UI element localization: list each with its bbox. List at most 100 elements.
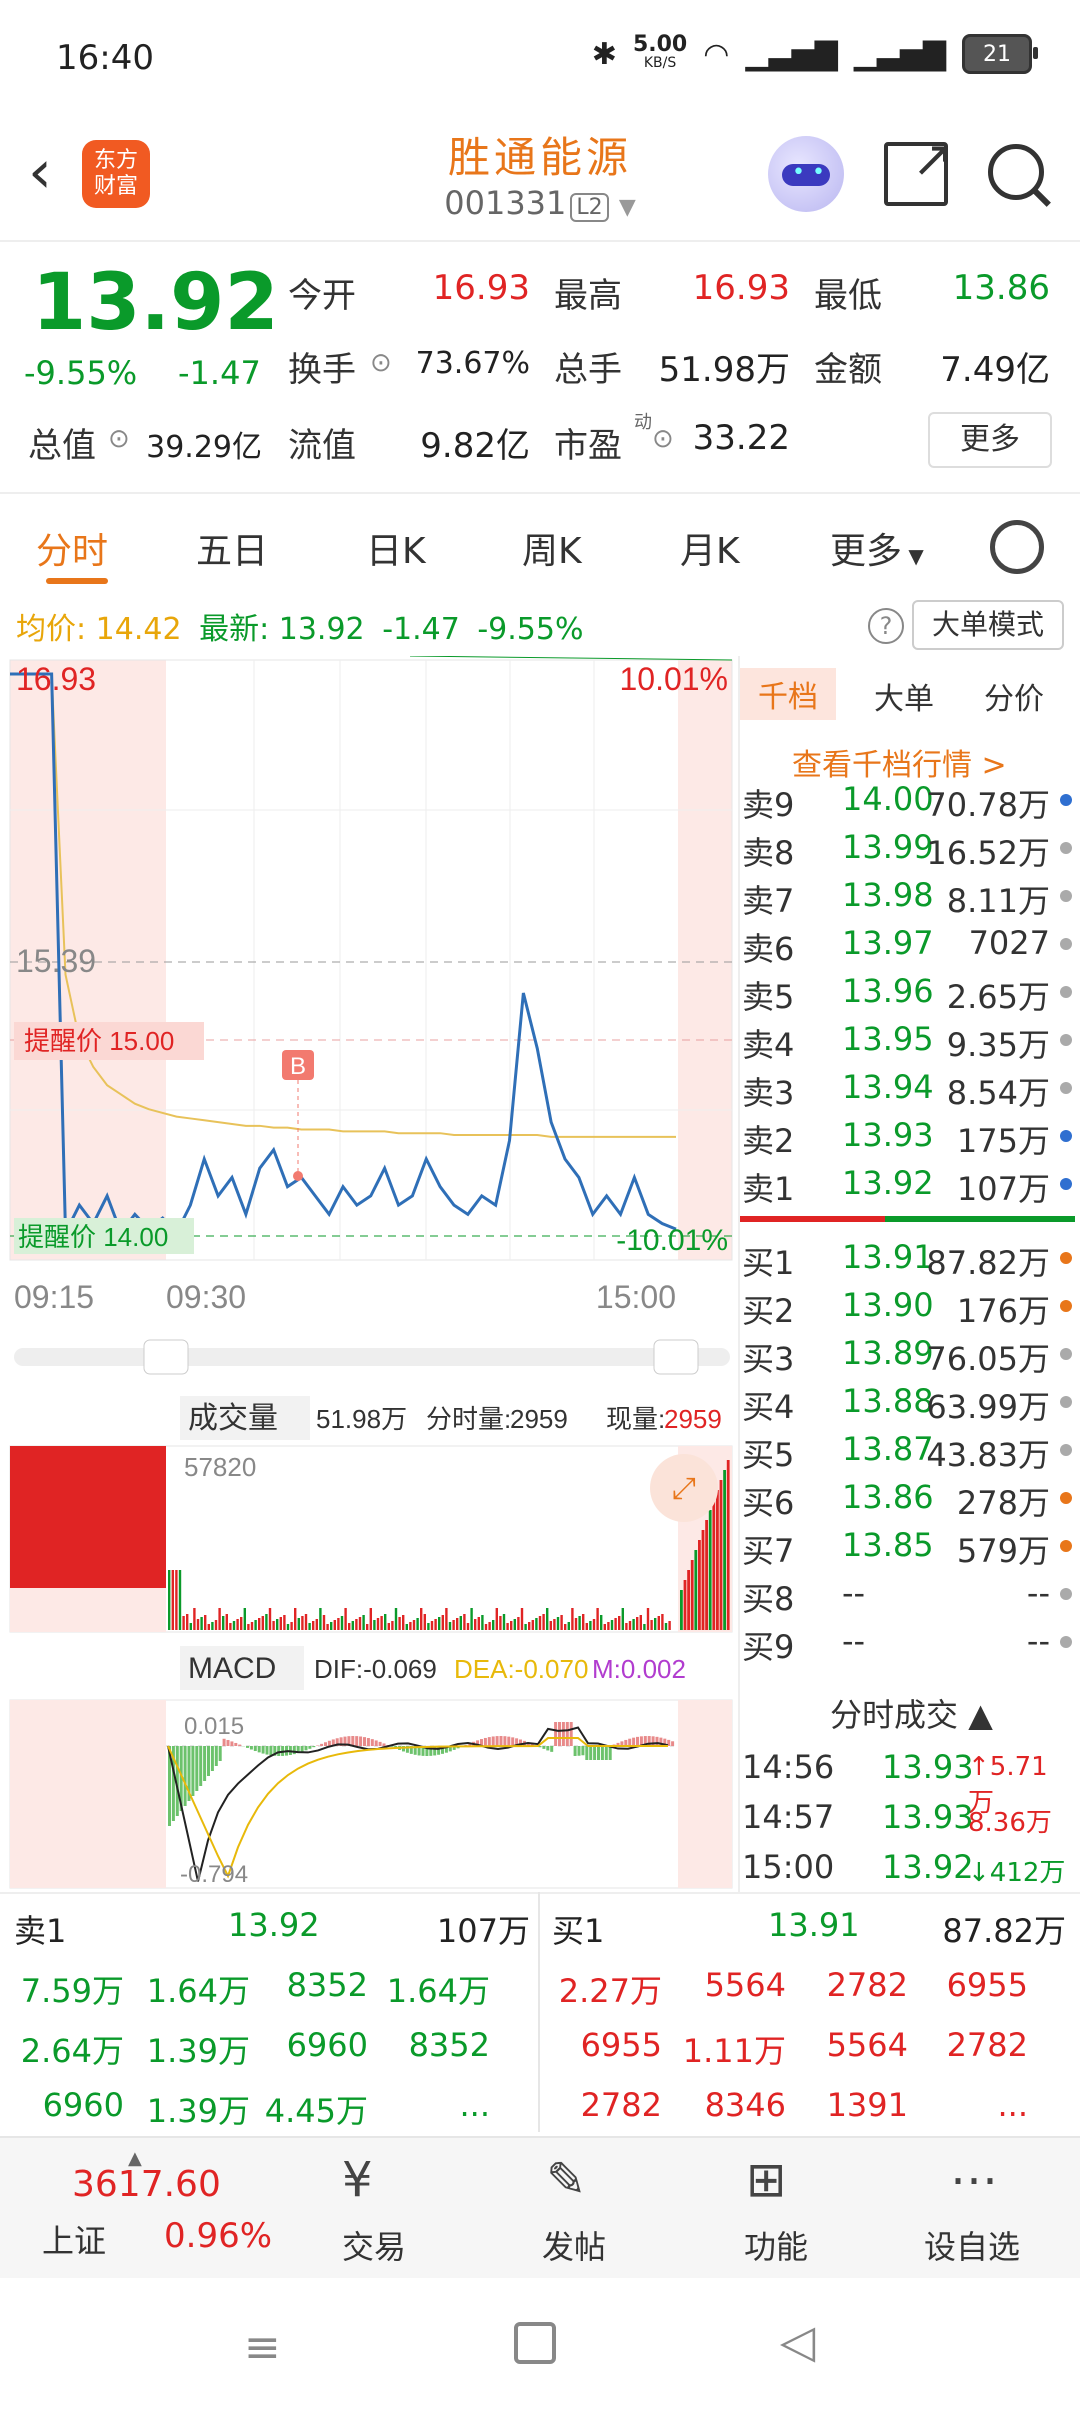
bottom-nav: ▲ 3617.60 上证 0.96% ¥ 交易 ✎ 发帖 ⊞ 功能 ⋯ 设自选 xyxy=(0,2136,1080,2280)
nav-function[interactable]: 功能 xyxy=(744,2222,808,2268)
home-square-icon[interactable] xyxy=(514,2322,556,2364)
low-value: 13.86 xyxy=(952,268,1050,308)
volume-bar xyxy=(484,1624,488,1630)
level-label: 买4 xyxy=(742,1388,795,1426)
macd-bar xyxy=(577,1746,581,1756)
buy-queue-cell: 2782 xyxy=(946,2026,1028,2064)
volume-bar xyxy=(495,1608,498,1630)
system-nav-bar: ≡ ◁ xyxy=(0,2278,1080,2412)
index-value[interactable]: 3617.60 xyxy=(72,2164,221,2205)
macd-bar xyxy=(483,1737,487,1746)
index-pct[interactable]: 0.96% xyxy=(164,2216,272,2256)
sell-queue-cell: 6960 xyxy=(42,2086,124,2124)
tab-daily-k[interactable]: 日K xyxy=(366,522,426,574)
now-volume: 2959 xyxy=(664,1404,722,1434)
tab-more[interactable]: 更多 ▼ xyxy=(830,522,924,574)
tick-row: 14:56 13.93 ↑5.71万 xyxy=(742,1748,1072,1818)
volume-bar xyxy=(387,1623,390,1630)
ask-row[interactable]: 卖9 14.00 70.78万 xyxy=(742,780,1072,828)
level-volume: 8.11万 xyxy=(946,882,1050,920)
macd-bar xyxy=(585,1746,589,1760)
ask-row[interactable]: 卖2 13.93 175万 xyxy=(742,1116,1072,1164)
buy-queue-cell: 1391 xyxy=(826,2086,908,2124)
ask-row[interactable]: 卖1 13.92 107万 xyxy=(742,1164,1072,1212)
macd-top: 0.015 xyxy=(184,1713,244,1740)
volume-bar xyxy=(502,1614,506,1630)
buy-queue-cell: 2782 xyxy=(580,2086,662,2124)
tab-weekly-k[interactable]: 周K xyxy=(522,522,582,574)
intraday-chart[interactable]: B 16.93 10.01% 15.39 提醒价 15.00 提醒价 14.00… xyxy=(0,656,740,1892)
more-dots-icon[interactable]: ⋯ xyxy=(950,2152,998,2208)
bid-row[interactable]: 买1 13.91 87.82万 xyxy=(742,1238,1072,1286)
tab-depth[interactable]: 千档 xyxy=(740,668,836,720)
volume-bar xyxy=(549,1621,552,1630)
bid-row[interactable]: 买6 13.86 278万 xyxy=(742,1478,1072,1526)
function-grid-icon[interactable]: ⊞ xyxy=(746,2152,786,2208)
volume-bar xyxy=(243,1608,246,1630)
macd-bar xyxy=(651,1736,655,1746)
nav-add-watchlist[interactable]: 设自选 xyxy=(924,2222,1020,2268)
clock: 16:40 xyxy=(56,38,154,78)
volume-bar xyxy=(574,1618,578,1630)
help-icon[interactable]: ? xyxy=(868,608,904,644)
ask-row[interactable]: 卖6 13.97 7027 xyxy=(742,924,1072,972)
volume-bar xyxy=(204,1615,207,1630)
volume-bar xyxy=(405,1624,408,1630)
tab-big-order[interactable]: 大单 xyxy=(874,674,934,718)
big-order-mode-button[interactable]: 大单模式 xyxy=(912,600,1064,650)
volume-bar xyxy=(171,1570,174,1630)
macd-bar xyxy=(214,1746,218,1766)
view-depth-link[interactable]: 查看千档行情 > xyxy=(792,740,1007,784)
bid-row[interactable]: 买7 13.85 579万 xyxy=(742,1526,1072,1574)
volume-bar xyxy=(301,1616,304,1630)
volume-bar xyxy=(607,1622,610,1630)
more-button[interactable]: 更多 xyxy=(928,412,1052,468)
ask-row[interactable]: 卖7 13.98 8.11万 xyxy=(742,876,1072,924)
bid-row[interactable]: 买8 -- -- xyxy=(742,1574,1072,1622)
menu-icon[interactable]: ≡ xyxy=(244,2322,281,2373)
macd-bar xyxy=(597,1746,600,1760)
ask-row[interactable]: 卖5 13.96 2.65万 xyxy=(742,972,1072,1020)
info-icon[interactable]: ⊙ xyxy=(370,348,392,378)
settings-gear-icon[interactable] xyxy=(990,520,1044,574)
volume-bar xyxy=(207,1624,210,1630)
macd-bar xyxy=(581,1746,585,1756)
macd-bar xyxy=(628,1738,632,1746)
info-icon[interactable]: ⊙ xyxy=(108,424,130,454)
nav-post[interactable]: 发帖 xyxy=(542,2222,606,2268)
macd-bar xyxy=(199,1746,203,1786)
volume-bar xyxy=(726,1460,730,1630)
bid-row[interactable]: 买4 13.88 63.99万 xyxy=(742,1382,1072,1430)
level-dot-icon xyxy=(1060,986,1072,998)
macd-bar xyxy=(218,1746,222,1761)
macd-bar xyxy=(507,1736,511,1746)
post-edit-icon[interactable]: ✎ xyxy=(546,2152,586,2208)
bid-row[interactable]: 买2 13.90 176万 xyxy=(742,1286,1072,1334)
ask-row[interactable]: 卖8 13.99 16.52万 xyxy=(742,828,1072,876)
ticks-title[interactable]: 分时成交 ▲ xyxy=(830,1690,993,1736)
index-name[interactable]: 上证 xyxy=(42,2216,106,2262)
level-dot-icon xyxy=(1060,1178,1072,1190)
trade-icon[interactable]: ¥ xyxy=(342,2152,373,2208)
volume-bar xyxy=(650,1620,653,1630)
bid-row[interactable]: 买3 13.89 76.05万 xyxy=(742,1334,1072,1382)
volume-bar xyxy=(542,1614,545,1630)
info-icon[interactable]: ⊙ xyxy=(652,424,674,454)
tab-five-day[interactable]: 五日 xyxy=(196,522,268,574)
tab-price-split[interactable]: 分价 xyxy=(984,674,1044,718)
back-triangle-icon[interactable]: ◁ xyxy=(780,2314,815,2368)
bid-row[interactable]: 买9 -- -- xyxy=(742,1622,1072,1670)
ask-row[interactable]: 卖4 13.95 9.35万 xyxy=(742,1020,1072,1068)
tab-intraday[interactable]: 分时 xyxy=(36,522,108,574)
assistant-robot-icon[interactable] xyxy=(768,136,844,212)
tab-monthly-k[interactable]: 月K xyxy=(680,522,740,574)
ask-row[interactable]: 卖3 13.94 8.54万 xyxy=(742,1068,1072,1116)
nav-trade[interactable]: 交易 xyxy=(342,2222,406,2268)
buy-queue-cell: 6955 xyxy=(946,1966,1028,2004)
active-tab-indicator xyxy=(46,578,108,584)
bid-row[interactable]: 买5 13.87 43.83万 xyxy=(742,1430,1072,1478)
volume-bar xyxy=(524,1624,527,1630)
volume-bar xyxy=(474,1619,477,1630)
level-price: 13.88 xyxy=(842,1382,934,1420)
macd-bar xyxy=(257,1746,261,1753)
